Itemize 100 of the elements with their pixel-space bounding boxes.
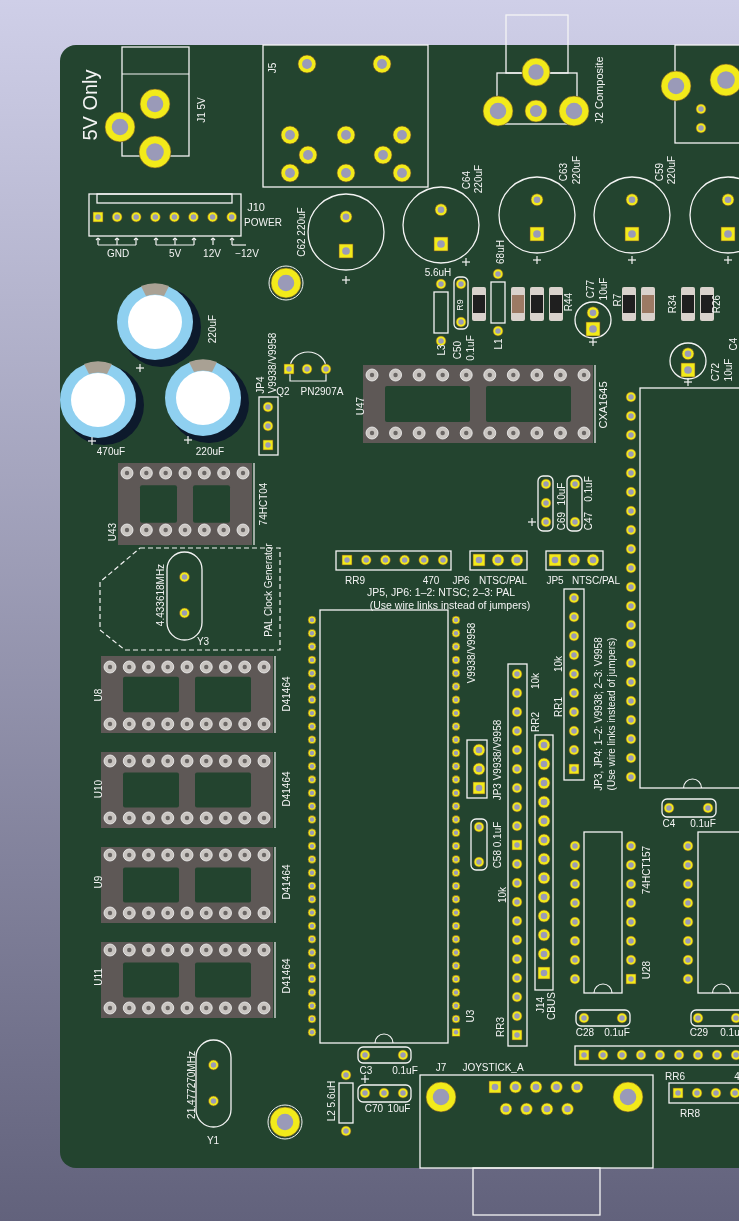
silkscreen-label: D41464 — [280, 958, 292, 994]
silkscreen-label: J2 Composite — [593, 56, 605, 124]
smd-resistor — [641, 287, 655, 321]
smd-resistor — [511, 287, 525, 321]
silkscreen-label: L2 5.6uH — [325, 1080, 337, 1122]
silkscreen-label: PN2907A — [300, 385, 344, 397]
silkscreen-label: (Use wire links instead of jumpers) — [605, 637, 617, 791]
silkscreen-label: JP4 — [254, 376, 266, 394]
smd-resistor — [549, 287, 563, 321]
silkscreen-label: R26 — [710, 294, 722, 314]
silkscreen-label: U43 — [106, 522, 118, 542]
silkscreen-label: 4.433618MHz — [154, 563, 166, 627]
inductor-footprint — [338, 1069, 354, 1137]
silkscreen-label: R44 — [562, 292, 574, 312]
silkscreen-label: U3 — [464, 1009, 476, 1023]
silkscreen-label: Y1 — [206, 1134, 220, 1146]
silkscreen-label: C58 0.1uF — [491, 821, 503, 869]
silkscreen-label: 220uF — [206, 314, 218, 344]
smd-resistor — [700, 287, 714, 321]
silkscreen-label: CBUS — [545, 992, 557, 1020]
silkscreen-label: J10 — [247, 201, 265, 213]
silkscreen-label: 0.1uF — [690, 817, 716, 829]
silkscreen-label: RR9 — [345, 574, 365, 586]
silkscreen-label: 220uF — [570, 155, 582, 185]
capacitor-footprint — [453, 276, 469, 330]
silkscreen-label: JP5, JP6: 1–2: NTSC; 2–3: PAL — [367, 586, 515, 598]
pin-header — [258, 396, 279, 456]
silkscreen-label: 0.1u — [720, 1026, 739, 1038]
silkscreen-label: C59 — [653, 162, 665, 182]
silkscreen-label: 21.477270MHz — [185, 1051, 197, 1119]
silkscreen-label: Q2 — [276, 385, 290, 397]
silkscreen-label: L1 — [492, 338, 504, 350]
silkscreen-label: C64 — [460, 170, 472, 190]
silkscreen-label: C29 — [689, 1026, 709, 1038]
silkscreen-label: U11 — [92, 968, 104, 986]
silkscreen-label: C3 — [359, 1064, 373, 1076]
silkscreen-label: 5V Only — [79, 69, 101, 141]
silkscreen-label: D41464 — [280, 771, 292, 807]
silkscreen-label: 220uF — [195, 445, 225, 457]
capacitor-footprint — [357, 1074, 412, 1103]
silkscreen-label: CXA1645 — [597, 381, 609, 429]
pin-header — [545, 550, 604, 571]
silkscreen-label: V9938/V9958 — [266, 332, 278, 394]
silkscreen-label: 0.1uF — [464, 335, 476, 361]
capacitor-footprint — [527, 475, 554, 532]
silkscreen-label: C62 220uF — [295, 207, 307, 257]
capacitor-footprint — [690, 1009, 739, 1027]
silkscreen-label: J7 — [435, 1061, 447, 1073]
mounting-hole — [267, 1104, 303, 1140]
silkscreen-label: 0.1uF — [582, 476, 594, 502]
silkscreen-label: JP5 — [546, 574, 564, 586]
capacitor-footprint — [669, 342, 707, 387]
silkscreen-label: 4 — [734, 1070, 739, 1082]
silkscreen-label: R7 — [611, 293, 623, 307]
silkscreen-label: C4 — [727, 337, 739, 351]
silkscreen-label: RR3 — [494, 1017, 506, 1037]
silkscreen-label: U9 — [92, 875, 104, 889]
silkscreen-label: Y3 — [196, 635, 210, 647]
pin-header — [466, 739, 488, 799]
capacitor-footprint — [357, 1046, 412, 1064]
capacitor-footprint — [661, 798, 717, 818]
silkscreen-label: C70 — [364, 1102, 384, 1114]
silkscreen-label: JOYSTICK_A — [462, 1061, 524, 1073]
smd-resistor — [472, 287, 486, 321]
silkscreen-label: 5.6uH — [424, 266, 452, 278]
silkscreen-label: 10k — [552, 655, 564, 673]
silkscreen-label: C72 — [709, 362, 721, 382]
silkscreen-label: NTSC/PAL — [571, 574, 621, 586]
silkscreen-label: 470uF — [96, 445, 126, 457]
smd-resistor — [681, 287, 695, 321]
silkscreen-label: JP6 — [452, 574, 470, 586]
silkscreen-label: C50 — [451, 340, 463, 360]
silkscreen-label: 0.1uF — [392, 1064, 418, 1076]
inductor-footprint — [490, 268, 506, 337]
silkscreen-label: D41464 — [280, 676, 292, 712]
silkscreen-label: 74HCT157 — [640, 845, 652, 895]
silkscreen-label: U8 — [92, 688, 104, 702]
silkscreen-label: 470 — [422, 574, 440, 586]
silkscreen-label: J1 5V — [195, 97, 207, 123]
silkscreen-label: RR2 — [529, 712, 541, 732]
silkscreen-label: 12V — [203, 247, 221, 259]
silkscreen-label: U28 — [640, 960, 652, 980]
capacitor-footprint — [575, 1009, 631, 1027]
smd-resistor — [622, 287, 636, 321]
silkscreen-label: 220uF — [472, 164, 484, 194]
silkscreen-label: C63 — [557, 162, 569, 182]
pin-header — [469, 550, 528, 571]
silkscreen-label: JP3, JP4: 1–2: V9938; 2–3: V9958 — [592, 637, 604, 791]
inductor-footprint — [433, 278, 449, 347]
silkscreen-label: 74HCT04 — [257, 482, 269, 526]
silkscreen-label: C28 — [575, 1026, 595, 1038]
silkscreen-label: 10k — [496, 886, 508, 904]
silkscreen-label: GND — [106, 247, 130, 259]
silkscreen-label: L3 — [435, 344, 447, 356]
silkscreen-label: (Use wire links instead of jumpers) — [369, 599, 531, 611]
silkscreen-label: V9938/V9958 — [465, 622, 477, 684]
silkscreen-label: D41464 — [280, 864, 292, 900]
silkscreen-label: PAL Clock Generator — [262, 543, 274, 637]
silkscreen-label: JP3 V9938/V9958 — [491, 719, 503, 801]
capacitor-footprint — [566, 475, 583, 532]
